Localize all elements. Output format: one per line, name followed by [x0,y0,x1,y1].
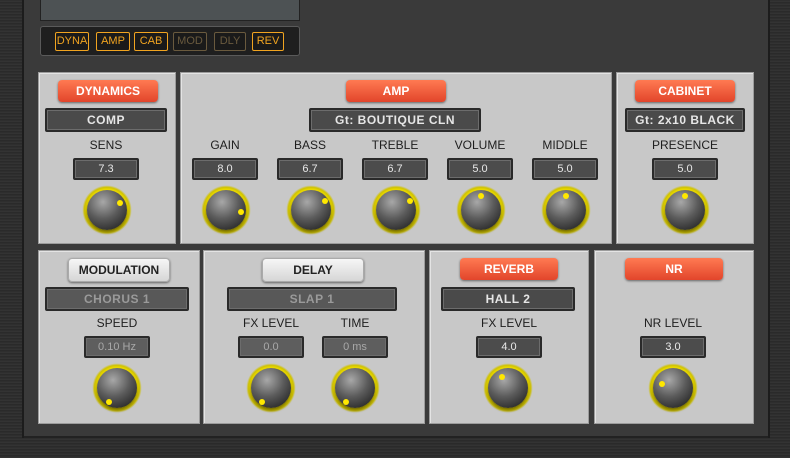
fx-toggle-cab[interactable]: CAB [134,32,168,51]
fx-toggle-amp[interactable]: AMP [96,32,130,51]
modulation-panel: MODULATION CHORUS 1 SPEED 0.10 Hz [38,250,200,424]
nr-panel: NR NR LEVEL 3.0 [594,250,754,424]
delay-time-knob[interactable] [330,363,380,413]
bass-label: BASS [293,138,326,152]
presence-knob[interactable] [660,185,710,235]
sens-label: SENS [89,138,123,152]
delay-toggle-button[interactable]: DELAY [262,258,364,282]
nr-toggle-button[interactable]: NR [625,258,723,280]
reverb-fx-level-value[interactable]: 4.0 [476,336,542,358]
gain-label: GAIN [210,138,240,152]
amp-toggle-button[interactable]: AMP [346,80,446,102]
dynamics-panel: DYNAMICS COMP SENS 7.3 [38,72,176,244]
reverb-type-select[interactable]: HALL 2 [441,287,575,311]
dynamics-toggle-button[interactable]: DYNAMICS [58,80,158,102]
lcd-display [40,0,300,21]
volume-value[interactable]: 5.0 [447,158,513,180]
fx-toggle-dyna[interactable]: DYNA [55,32,89,51]
delay-fx-level-knob[interactable] [246,363,296,413]
amp-panel: AMP Gt: BOUTIQUE CLN GAIN 8.0 BASS 6.7 T… [180,72,612,244]
fx-toggle-dly[interactable]: DLY [214,32,246,51]
cabinet-panel: CABINET Gt: 2x10 BLACK PRESENCE 5.0 [616,72,754,244]
cabinet-type-select[interactable]: Gt: 2x10 BLACK [625,108,745,132]
middle-label: MIDDLE [542,138,588,152]
speed-knob[interactable] [92,363,142,413]
gain-knob[interactable] [201,185,251,235]
modulation-toggle-button[interactable]: MODULATION [68,258,170,282]
speed-label: SPEED [96,316,138,330]
sens-knob[interactable] [82,185,132,235]
middle-knob[interactable] [541,185,591,235]
treble-value[interactable]: 6.7 [362,158,428,180]
amp-type-select[interactable]: Gt: BOUTIQUE CLN [309,108,481,132]
delay-time-value[interactable]: 0 ms [322,336,388,358]
presence-value[interactable]: 5.0 [652,158,718,180]
fx-chain-bar: DYNA AMP CAB MOD DLY REV [40,26,300,56]
treble-label: TREBLE [371,138,419,152]
volume-label: VOLUME [454,138,506,152]
reverb-fx-level-knob[interactable] [483,363,533,413]
presence-label: PRESENCE [651,138,719,152]
sens-value[interactable]: 7.3 [73,158,139,180]
treble-knob[interactable] [371,185,421,235]
delay-time-label: TIME [340,316,370,330]
fx-toggle-rev[interactable]: REV [252,32,284,51]
delay-fx-level-value[interactable]: 0.0 [238,336,304,358]
delay-fx-level-label: FX LEVEL [242,316,300,330]
cabinet-toggle-button[interactable]: CABINET [635,80,735,102]
nr-level-label: NR LEVEL [643,316,703,330]
delay-type-select[interactable]: SLAP 1 [227,287,397,311]
volume-knob[interactable] [456,185,506,235]
bass-value[interactable]: 6.7 [277,158,343,180]
bass-knob[interactable] [286,185,336,235]
modulation-type-select[interactable]: CHORUS 1 [45,287,189,311]
nr-level-knob[interactable] [648,363,698,413]
speed-value[interactable]: 0.10 Hz [84,336,150,358]
delay-panel: DELAY SLAP 1 FX LEVEL 0.0 TIME 0 ms [203,250,425,424]
middle-value[interactable]: 5.0 [532,158,598,180]
dynamics-type-select[interactable]: COMP [45,108,167,132]
gain-value[interactable]: 8.0 [192,158,258,180]
reverb-fx-level-label: FX LEVEL [480,316,538,330]
reverb-panel: REVERB HALL 2 FX LEVEL 4.0 [429,250,589,424]
reverb-toggle-button[interactable]: REVERB [460,258,558,280]
nr-level-value[interactable]: 3.0 [640,336,706,358]
fx-toggle-mod[interactable]: MOD [173,32,207,51]
